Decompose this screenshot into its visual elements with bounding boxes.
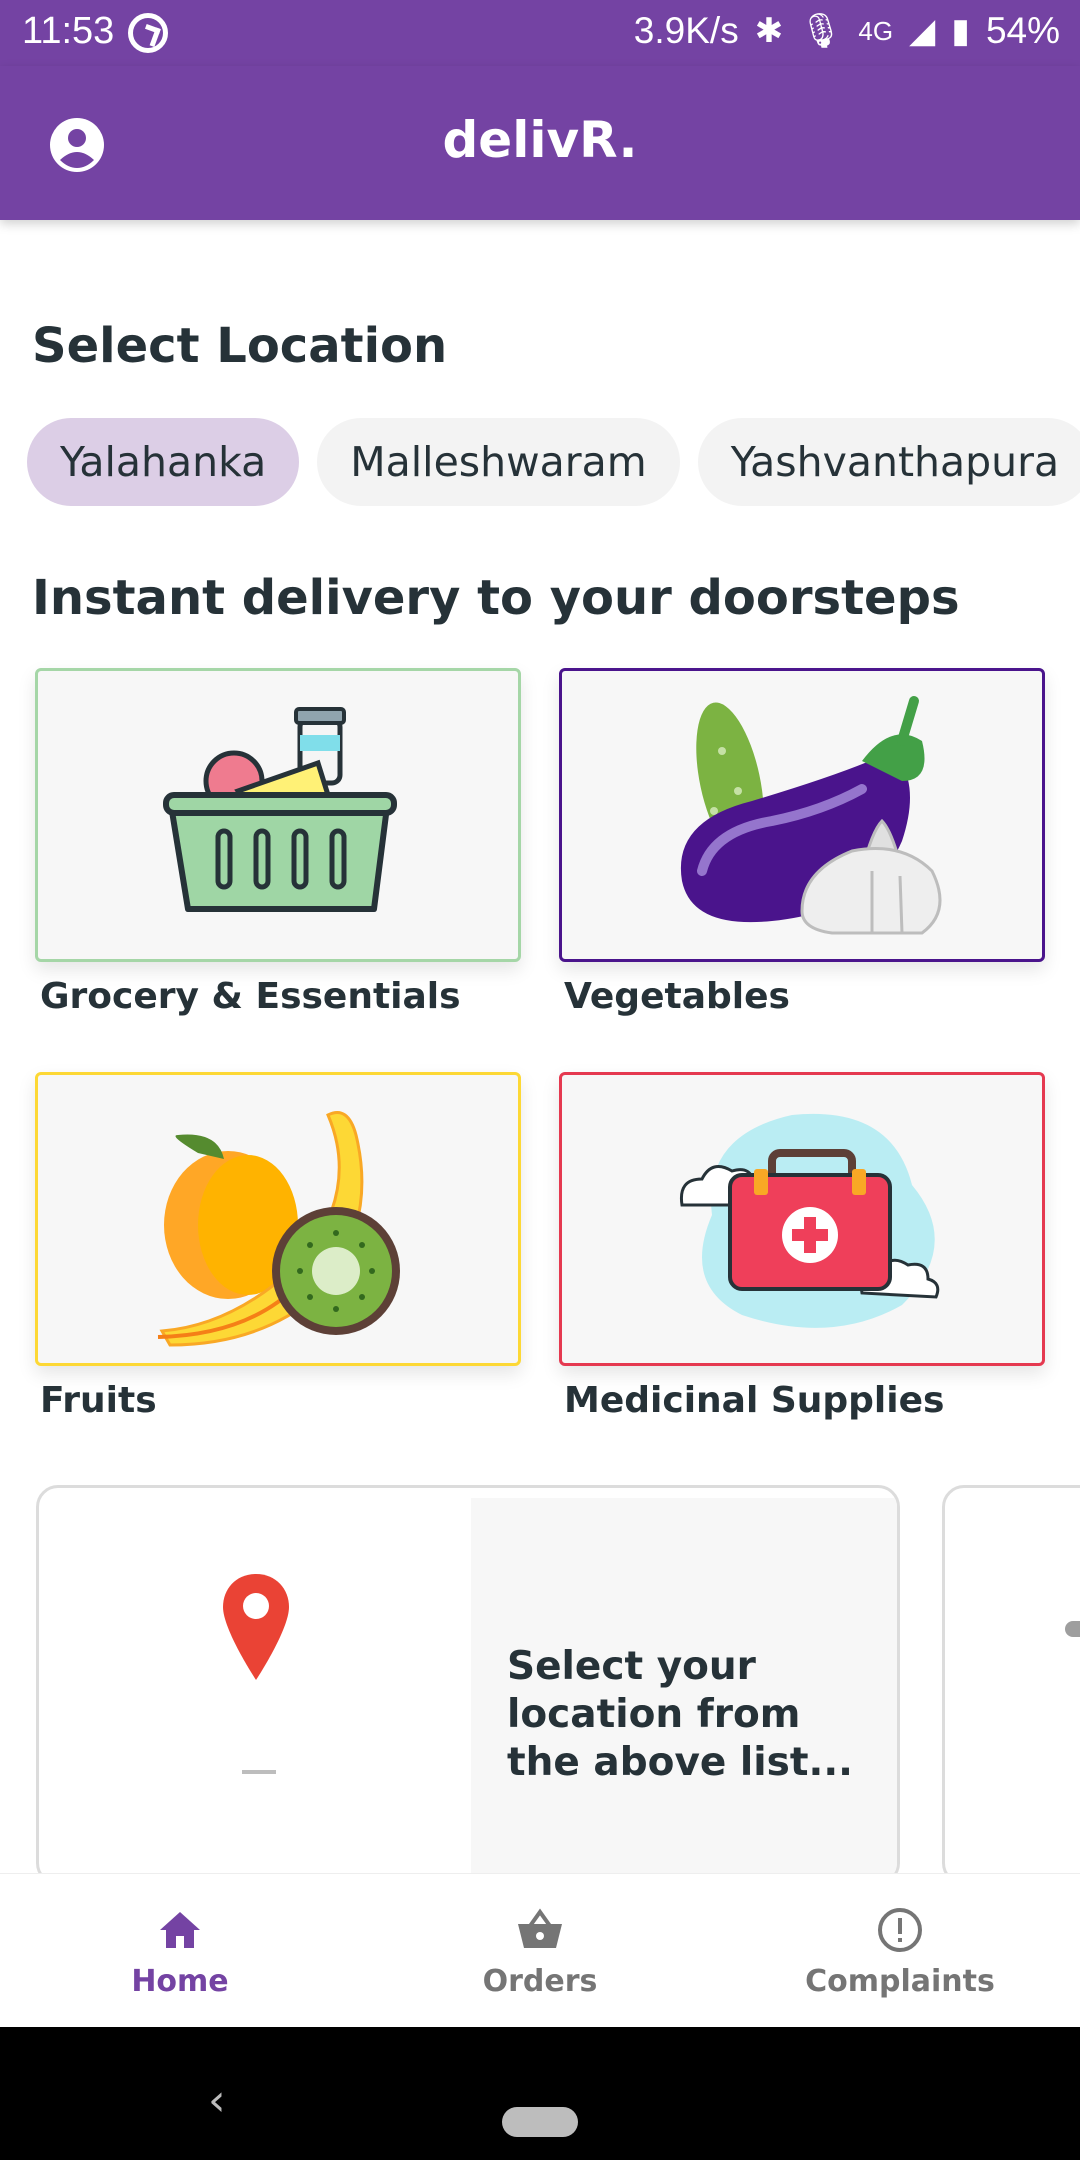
nav-home-label: Home xyxy=(131,1964,229,1999)
bottom-navigation: Home Orders Complaints xyxy=(0,1873,1080,2027)
home-pill[interactable] xyxy=(502,2107,578,2137)
network-type: 4G xyxy=(858,15,894,46)
nav-home[interactable]: Home xyxy=(0,1874,360,2028)
location-chip-yalahanka[interactable]: Yalahanka xyxy=(27,418,300,506)
location-chip-yashvanthapura[interactable]: Yashvanthapura xyxy=(697,418,1080,506)
nav-orders[interactable]: Orders xyxy=(360,1874,720,2028)
app-bar: delivR. xyxy=(0,66,1080,220)
vegetables-icon xyxy=(680,696,942,935)
location-prompt-card: Select your location from the above list… xyxy=(36,1485,900,1885)
category-label-grocery: Grocery & Essentials xyxy=(40,976,461,1017)
back-icon[interactable]: ‹ xyxy=(208,2075,226,2126)
network-speed: 3.9K/s xyxy=(633,10,739,51)
home-icon xyxy=(160,1912,200,1948)
location-prompt-message: Select your location from the above list… xyxy=(507,1644,853,1785)
bluetooth-icon: ✱ xyxy=(754,12,784,50)
category-card-fruits[interactable] xyxy=(35,1072,521,1366)
category-label-vegetables: Vegetables xyxy=(564,976,790,1017)
status-time: 11:53 xyxy=(22,10,115,52)
peek-indicator xyxy=(1065,1621,1080,1637)
signal-icon: ◢ xyxy=(909,12,936,50)
grocery-basket-icon xyxy=(163,707,397,912)
category-card-medicinal[interactable] xyxy=(559,1072,1045,1366)
nav-orders-label: Orders xyxy=(482,1964,598,1999)
instant-delivery-heading: Instant delivery to your doorsteps xyxy=(32,570,960,626)
next-card-peek[interactable] xyxy=(942,1485,1080,1885)
select-location-heading: Select Location xyxy=(32,318,448,374)
battery-level: 54% xyxy=(985,10,1060,51)
divider-dash xyxy=(242,1770,276,1774)
mic-icon: 🎙 xyxy=(799,12,843,50)
sync-icon xyxy=(128,13,168,53)
category-card-vegetables[interactable] xyxy=(559,668,1045,962)
battery-icon: ▮ xyxy=(951,12,970,50)
system-navigation-bar: ‹ xyxy=(0,2027,1080,2160)
location-pin-icon xyxy=(223,1574,289,1680)
category-card-grocery[interactable] xyxy=(35,668,521,962)
fruits-icon xyxy=(157,1111,400,1347)
nav-complaints-label: Complaints xyxy=(805,1964,995,1999)
location-chips: Yalahanka Malleshwaram Yashvanthapura xyxy=(27,418,1080,508)
medical-kit-icon xyxy=(679,1113,940,1328)
app-title: delivR. xyxy=(442,111,638,169)
location-chip-malleshwaram[interactable]: Malleshwaram xyxy=(317,418,680,506)
category-label-medicinal: Medicinal Supplies xyxy=(564,1380,945,1421)
basket-icon xyxy=(518,1908,562,1948)
alert-circle-icon xyxy=(878,1908,922,1952)
status-bar: 11:53 3.9K/s ✱ 🎙 4G ◢ ▮ 54% xyxy=(0,0,1080,66)
status-right: 3.9K/s ✱ 🎙 4G ◢ ▮ 54% xyxy=(634,10,1060,52)
nav-complaints[interactable]: Complaints xyxy=(720,1874,1080,2028)
category-label-fruits: Fruits xyxy=(40,1380,157,1421)
